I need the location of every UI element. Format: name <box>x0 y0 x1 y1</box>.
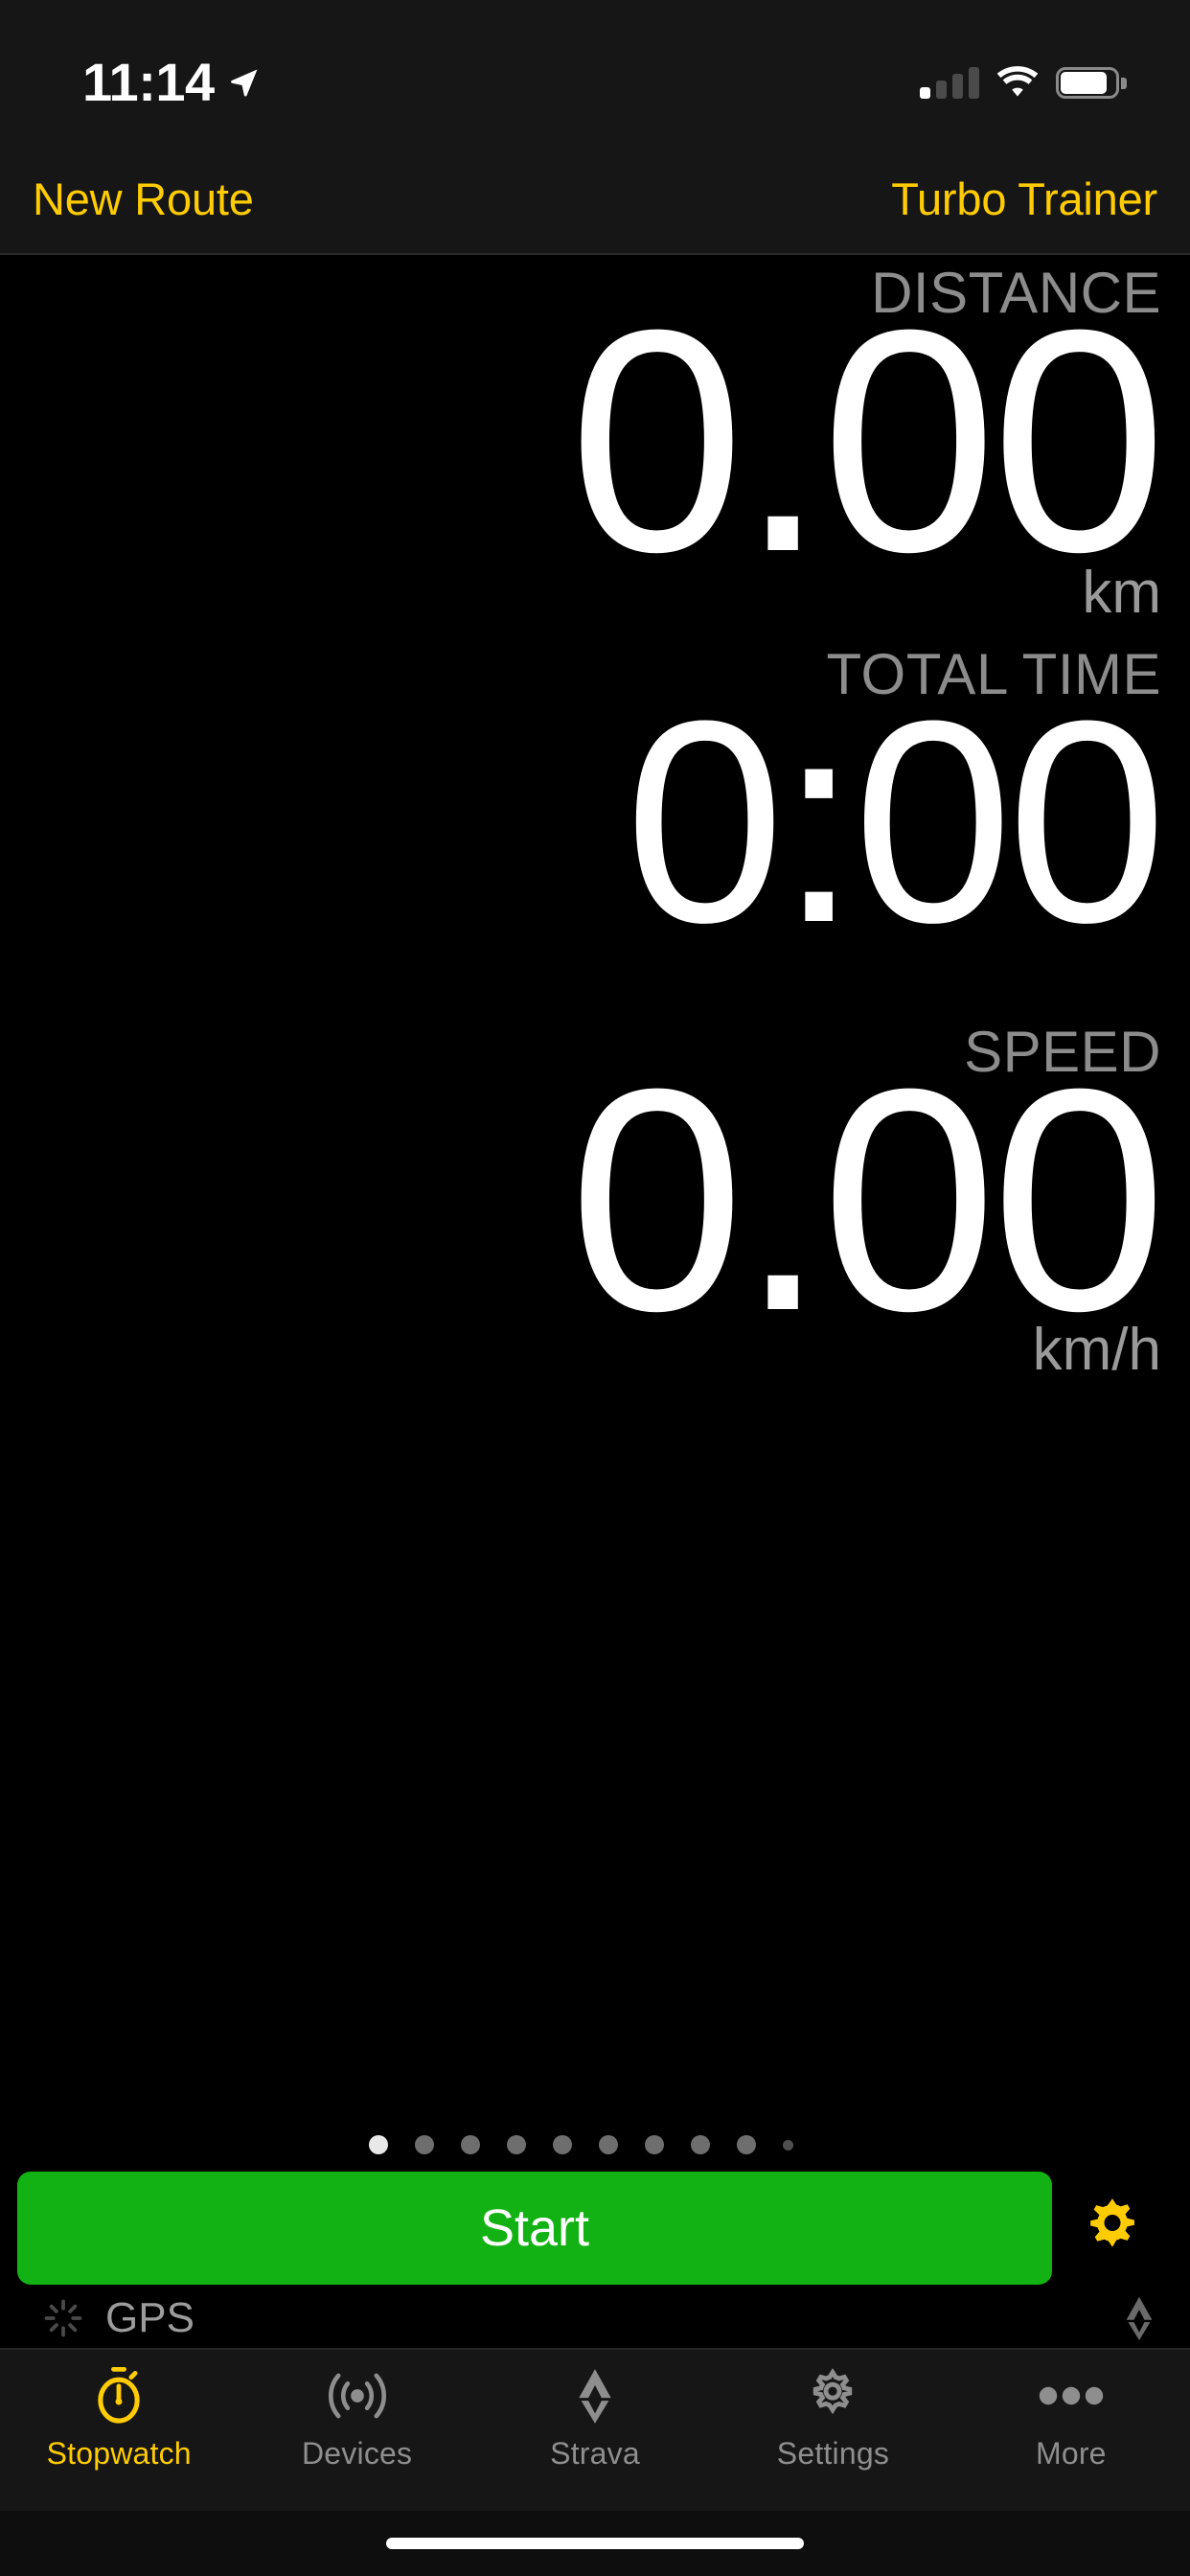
battery-icon <box>1056 67 1127 99</box>
home-indicator-area <box>0 2511 1190 2576</box>
tab-label: Stopwatch <box>46 2436 192 2471</box>
broadcast-icon <box>326 2365 389 2426</box>
ellipsis-icon <box>1039 2365 1104 2426</box>
strava-chevron-icon <box>570 2365 620 2426</box>
gear-icon <box>1090 2198 1134 2247</box>
page-dot[interactable] <box>414 2135 434 2154</box>
page-dot[interactable] <box>736 2135 756 2154</box>
start-button[interactable]: Start <box>17 2172 1052 2285</box>
metric-distance-value: 0.00 <box>568 264 1167 617</box>
tab-devices[interactable]: Devices <box>238 2365 475 2472</box>
cellular-signal-icon <box>920 66 979 99</box>
page-indicator-dots[interactable] <box>0 2126 1161 2168</box>
tab-label: Settings <box>776 2436 890 2471</box>
wifi-icon <box>996 66 1039 97</box>
tab-label: Devices <box>302 2436 413 2471</box>
tab-stopwatch[interactable]: Stopwatch <box>0 2365 238 2472</box>
tab-bar: Stopwatch Devices Strava Settings More <box>0 2348 1190 2511</box>
tab-label: More <box>1035 2436 1107 2471</box>
status-bar-clock: 11:14 <box>82 52 215 112</box>
page-dot[interactable] <box>506 2135 526 2154</box>
tab-more[interactable]: More <box>952 2365 1190 2472</box>
page-dot[interactable] <box>552 2135 572 2154</box>
metric-total-time: TOTAL TIME 0:00 <box>0 645 1167 982</box>
activity-spinner-icon <box>44 2299 82 2337</box>
stopwatch-icon <box>92 2365 146 2426</box>
tab-strava[interactable]: Strava <box>476 2365 714 2472</box>
gear-icon <box>805 2365 860 2426</box>
app-screen: 11:14 New Route Turbo Trainer DISTANCE 0… <box>0 0 1190 2576</box>
metrics-panel[interactable]: DISTANCE 0.00 km TOTAL TIME 0:00 SPEED 0… <box>0 255 1190 2168</box>
metric-total-time-value: 0:00 <box>625 659 1167 982</box>
settings-shortcut-button[interactable] <box>1052 2172 1173 2285</box>
turbo-trainer-button[interactable]: Turbo Trainer <box>891 172 1157 225</box>
strava-chevron-icon[interactable] <box>1119 2295 1159 2341</box>
gps-label: GPS <box>105 2294 195 2341</box>
status-bar: 11:14 <box>0 0 1190 144</box>
page-dot[interactable] <box>368 2135 388 2154</box>
action-row: Start <box>0 2168 1190 2288</box>
home-indicator-bar[interactable] <box>386 2538 804 2549</box>
nav-bar: New Route Turbo Trainer <box>0 144 1190 255</box>
page-dot[interactable] <box>782 2139 793 2150</box>
tab-label: Strava <box>550 2436 640 2471</box>
page-dot[interactable] <box>644 2135 664 2154</box>
gps-status-row: GPS <box>0 2288 1190 2348</box>
metric-distance: DISTANCE 0.00 km <box>0 264 1167 623</box>
gps-status: GPS <box>42 2294 195 2342</box>
status-bar-right <box>920 66 1129 99</box>
page-dot[interactable] <box>598 2135 618 2154</box>
new-route-button[interactable]: New Route <box>33 172 254 225</box>
tab-settings[interactable]: Settings <box>714 2365 951 2472</box>
location-arrow-icon <box>230 69 258 97</box>
page-dot[interactable] <box>460 2135 480 2154</box>
metric-speed-value: 0.00 <box>568 1022 1167 1376</box>
metric-speed: SPEED 0.00 km/h <box>0 1022 1167 1380</box>
status-bar-left: 11:14 <box>0 56 261 109</box>
page-dot[interactable] <box>690 2135 710 2154</box>
